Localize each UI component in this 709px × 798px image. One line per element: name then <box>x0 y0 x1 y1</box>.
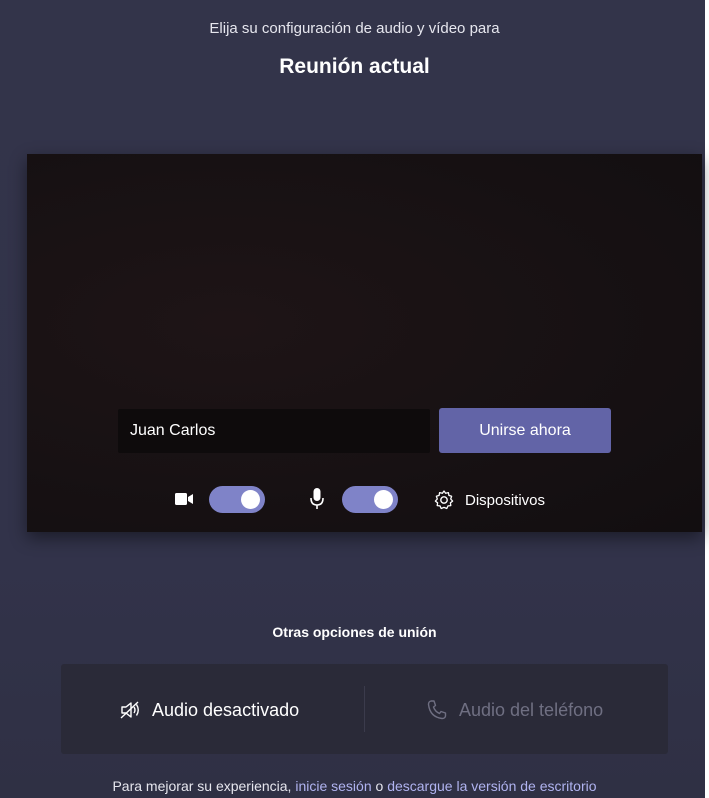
devices-button[interactable]: Dispositivos <box>433 487 545 513</box>
speaker-off-icon <box>118 698 142 722</box>
sign-in-link[interactable]: inicie sesión <box>295 778 371 794</box>
video-preview <box>27 154 702 532</box>
join-now-button[interactable]: Unirse ahora <box>439 408 611 453</box>
audio-toggle[interactable] <box>342 486 398 513</box>
phone-audio-label: Audio del teléfono <box>459 699 604 720</box>
subtitle: Elija su configuración de audio y vídeo … <box>209 20 500 37</box>
microphone-icon <box>310 488 324 510</box>
video-camera-icon <box>175 492 193 506</box>
video-toggle[interactable] <box>209 486 265 513</box>
name-input[interactable] <box>118 409 430 453</box>
meeting-title: Reunión actual <box>279 55 430 78</box>
video-toggle-knob <box>241 490 260 509</box>
phone-audio-option: Audio del teléfono <box>425 696 603 724</box>
phone-icon <box>425 698 449 722</box>
window-edge <box>705 0 709 798</box>
audio-off-label: Audio desactivado <box>152 699 300 720</box>
audio-off-option[interactable]: Audio desactivado <box>118 696 299 724</box>
devices-label: Dispositivos <box>465 491 546 509</box>
footer-connector: o <box>371 778 388 794</box>
options-divider <box>364 686 365 732</box>
footer-prefix: Para mejorar su experiencia, <box>112 778 296 794</box>
other-join-options-title: Otras opciones de unión <box>272 624 437 640</box>
audio-toggle-knob <box>374 490 393 509</box>
footer-text: Para mejorar su experiencia, inicie sesi… <box>0 778 709 794</box>
gear-icon <box>433 489 455 511</box>
download-desktop-link[interactable]: descargue la versión de escritorio <box>387 778 596 794</box>
